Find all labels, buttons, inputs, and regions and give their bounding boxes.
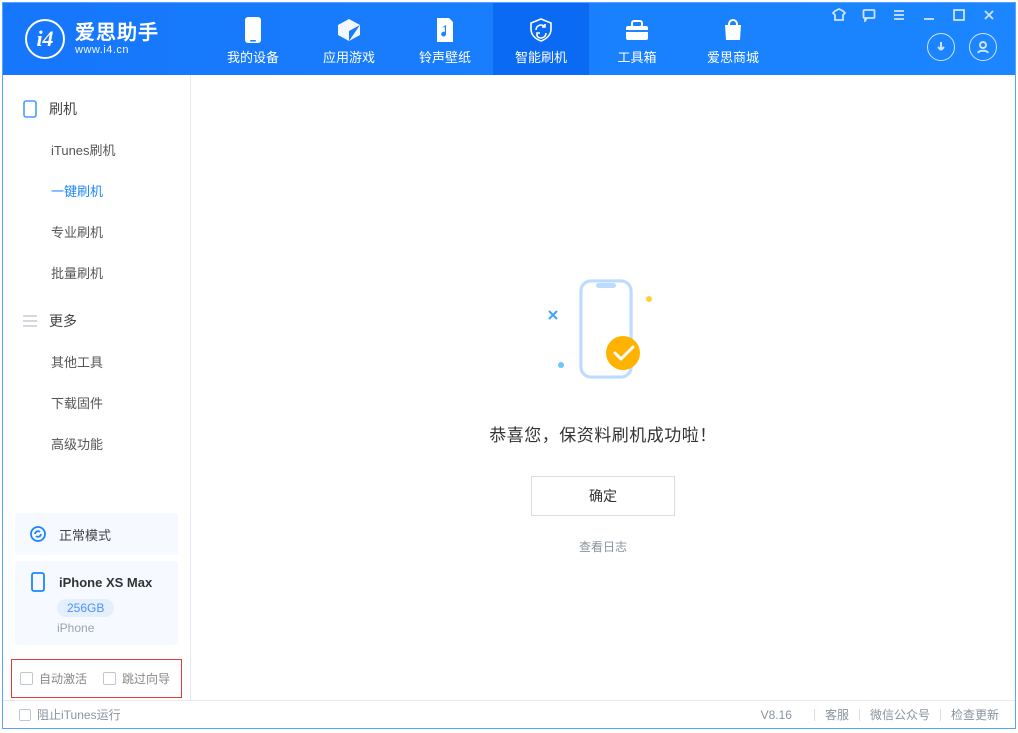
tab-store[interactable]: 爱思商城 [685,3,781,75]
toolbox-icon [623,16,651,44]
footer-link-support[interactable]: 客服 [825,706,849,723]
sidebar-item-oneclick[interactable]: 一键刷机 [3,170,190,211]
checkbox-icon [103,672,116,685]
device-card[interactable]: iPhone XS Max 256GB iPhone [15,561,178,645]
tab-label: 爱思商城 [707,47,759,66]
brand-text: 爱思助手 www.i4.cn [75,22,159,56]
body: 刷机 iTunes刷机 一键刷机 专业刷机 批量刷机 更多 其他工具 下载固件 … [3,75,1015,700]
phone-icon [239,16,267,44]
sidebar-item-pro[interactable]: 专业刷机 [3,211,190,252]
device-phone-icon [27,571,49,593]
tab-flash[interactable]: 智能刷机 [493,3,589,75]
download-button[interactable] [927,33,955,61]
sidebar-item-download-fw[interactable]: 下载固件 [3,382,190,423]
divider [940,709,941,721]
title-bar: i4 爱思助手 www.i4.cn 我的设备 应用游戏 [3,3,1015,75]
sidebar-section-title: 刷机 [49,99,77,119]
tab-my-device[interactable]: 我的设备 [205,3,301,75]
status-bar: 阻止iTunes运行 V8.16 客服 微信公众号 检查更新 [3,700,1015,728]
tab-label: 铃声壁纸 [419,47,471,66]
device-name: iPhone XS Max [59,575,152,590]
mode-text: 正常模式 [59,525,111,544]
footer-right: V8.16 客服 微信公众号 检查更新 [761,706,999,723]
footer-left: 阻止iTunes运行 [19,706,761,723]
checkbox-skip-guide[interactable]: 跳过向导 [103,670,170,687]
device-kind: iPhone [57,621,166,635]
checkbox-icon [20,672,33,685]
tab-ringtones[interactable]: 铃声壁纸 [397,3,493,75]
sidebar: 刷机 iTunes刷机 一键刷机 专业刷机 批量刷机 更多 其他工具 下载固件 … [3,75,191,700]
main-area: 恭喜您，保资料刷机成功啦！ 确定 查看日志 [191,75,1015,700]
brand-logo-area: i4 爱思助手 www.i4.cn [3,3,205,75]
brand-logo-icon: i4 [25,19,65,59]
sidebar-item-other-tools[interactable]: 其他工具 [3,341,190,382]
footer-link-wechat[interactable]: 微信公众号 [870,706,930,723]
tab-apps[interactable]: 应用游戏 [301,3,397,75]
confirm-button[interactable]: 确定 [531,476,675,516]
list-icon [21,312,39,330]
sidebar-item-advanced[interactable]: 高级功能 [3,423,190,464]
sidebar-section-more: 更多 [3,301,190,341]
tab-label: 智能刷机 [515,47,567,66]
checkbox-label: 跳过向导 [122,670,170,687]
tab-label: 应用游戏 [323,47,375,66]
main-tabs: 我的设备 应用游戏 铃声壁纸 智能刷机 [205,3,927,75]
checkbox-auto-activate[interactable]: 自动激活 [20,670,87,687]
view-log-link[interactable]: 查看日志 [579,538,627,555]
skin-icon[interactable] [831,7,847,23]
divider [859,709,860,721]
divider [814,709,815,721]
app-window: i4 爱思助手 www.i4.cn 我的设备 应用游戏 [2,2,1016,729]
menu-icon[interactable] [891,7,907,23]
mode-card[interactable]: 正常模式 [15,513,178,555]
maximize-button[interactable] [951,7,967,23]
close-button[interactable] [981,7,997,23]
success-message: 恭喜您，保资料刷机成功啦！ [489,421,717,446]
feedback-icon[interactable] [861,7,877,23]
music-file-icon [431,16,459,44]
user-button[interactable] [969,33,997,61]
block-itunes-label: 阻止iTunes运行 [37,706,121,723]
checkbox-label: 自动激活 [39,670,87,687]
version-text: V8.16 [761,708,792,722]
success-illustration [543,275,663,395]
cube-icon [335,16,363,44]
phone-outline-icon [21,100,39,118]
tab-toolbox[interactable]: 工具箱 [589,3,685,75]
sidebar-item-batch[interactable]: 批量刷机 [3,252,190,293]
tab-label: 我的设备 [227,47,279,66]
checkbox-block-itunes[interactable] [19,709,31,721]
brand-url: www.i4.cn [75,44,159,56]
sidebar-item-itunes[interactable]: iTunes刷机 [3,129,190,170]
flash-options-box: 自动激活 跳过向导 [11,659,182,698]
brand-name: 爱思助手 [75,22,159,44]
sidebar-section-title: 更多 [49,311,77,331]
sidebar-section-flash: 刷机 [3,89,190,129]
device-capacity: 256GB [57,599,114,617]
window-controls [831,7,1015,23]
refresh-shield-icon [527,16,555,44]
tab-label: 工具箱 [617,47,656,66]
minimize-button[interactable] [921,7,937,23]
sync-icon [27,523,49,545]
store-bag-icon [719,16,747,44]
footer-link-update[interactable]: 检查更新 [951,706,999,723]
